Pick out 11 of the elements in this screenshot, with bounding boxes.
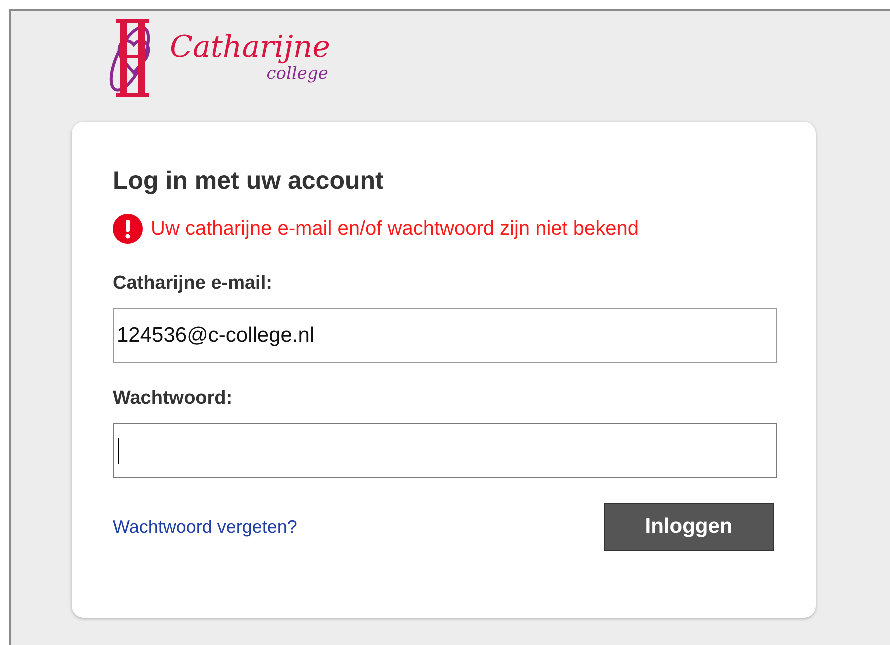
login-button[interactable]: Inloggen bbox=[604, 503, 774, 551]
logo-subtitle: college bbox=[266, 65, 328, 83]
field-label: Catharijne e-mail: bbox=[113, 272, 274, 296]
logo-name: Catharijne bbox=[170, 31, 330, 65]
input-field[interactable]: 124536@c-college.nl bbox=[113, 308, 777, 363]
input-field[interactable] bbox=[113, 423, 777, 478]
forgot-password-link[interactable]: Wachtwoord vergeten? bbox=[113, 514, 298, 540]
login-title: Log in met uw account bbox=[113, 166, 385, 196]
error-message: Uw catharijne e-mail en/of wachtwoord zijn niet bekend bbox=[151, 217, 640, 242]
field-label: Wachtwoord: bbox=[113, 387, 234, 411]
error-icon bbox=[113, 214, 143, 244]
